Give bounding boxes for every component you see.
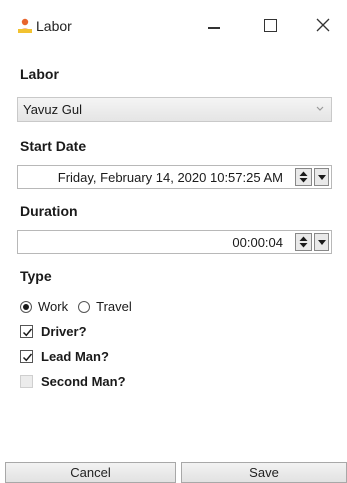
minimize-icon [208,27,220,29]
start-date-picker[interactable]: Friday, February 14, 2020 10:57:25 AM [17,165,332,189]
person-app-icon [16,17,34,35]
spinner-updown-icon [299,171,308,183]
second-man-checkbox-label[interactable]: Second Man? [41,374,126,389]
driver-checkbox-label[interactable]: Driver? [41,324,87,339]
window-title: Labor [36,18,72,34]
checkmark-icon [22,353,33,362]
lead-man-checkbox-row[interactable]: Lead Man? [20,349,109,364]
duration-value: 00:00:04 [232,235,283,250]
driver-checkbox[interactable] [20,325,33,338]
work-radio[interactable] [20,300,32,313]
driver-checkbox-row[interactable]: Driver? [20,324,87,339]
duration-label: Duration [20,203,78,219]
cancel-button[interactable]: Cancel [5,462,176,483]
travel-radio-label[interactable]: Travel [96,299,132,314]
start-date-label: Start Date [20,138,87,154]
spinner-updown-icon [299,236,308,248]
title-bar: Labor [0,0,347,48]
start-date-spinner[interactable] [295,168,312,186]
caret-down-icon [317,175,326,180]
lead-man-checkbox[interactable] [20,350,33,363]
work-radio-label[interactable]: Work [38,299,68,314]
duration-dropdown-button[interactable] [314,233,329,251]
minimize-button[interactable] [196,12,232,38]
chevron-down-icon [316,106,324,111]
type-label: Type [20,268,52,284]
second-man-checkbox-row[interactable]: Second Man? [20,374,126,389]
start-date-dropdown-button[interactable] [314,168,329,186]
labor-combobox[interactable]: Yavuz Gul [17,97,332,122]
labor-label: Labor [20,66,59,82]
duration-picker[interactable]: 00:00:04 [17,230,332,254]
start-date-value: Friday, February 14, 2020 10:57:25 AM [57,170,283,185]
labor-value: Yavuz Gul [23,102,83,117]
save-button[interactable]: Save [181,462,347,483]
maximize-icon [263,18,277,32]
close-icon [316,18,330,32]
close-button[interactable] [305,12,341,38]
maximize-button[interactable] [252,12,288,38]
checkmark-icon [22,328,33,337]
duration-spinner[interactable] [295,233,312,251]
travel-radio[interactable] [78,300,91,313]
second-man-checkbox[interactable] [20,375,33,388]
lead-man-checkbox-label[interactable]: Lead Man? [41,349,109,364]
caret-down-icon [317,240,326,245]
type-radio-group: Work Travel [20,299,142,314]
